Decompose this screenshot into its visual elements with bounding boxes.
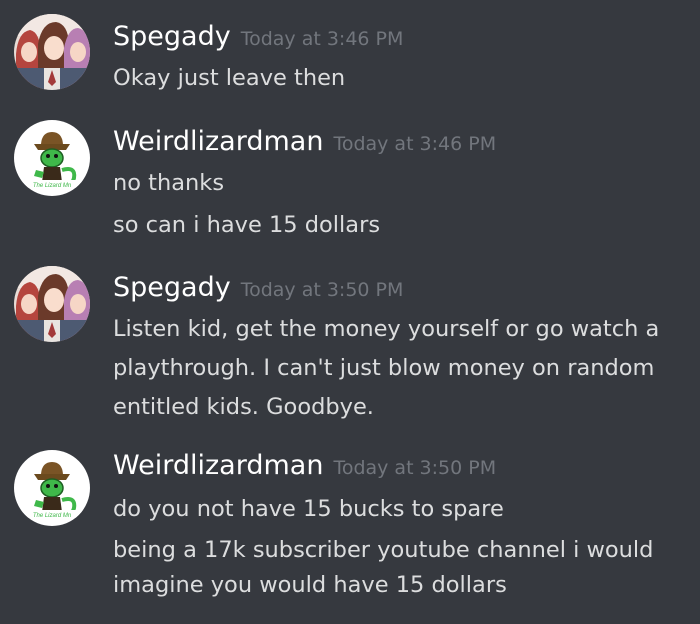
chat-messages: Spegady Today at 3:46 PM Okay just leave …: [0, 0, 700, 624]
username[interactable]: Weirdlizardman: [113, 126, 323, 157]
message-header: Weirdlizardman Today at 3:50 PM: [113, 450, 496, 481]
username[interactable]: Spegady: [113, 272, 231, 303]
svg-text:The Lizard Mn: The Lizard Mn: [33, 513, 72, 519]
message-header: Weirdlizardman Today at 3:46 PM: [113, 126, 496, 157]
lizard-cowboy-avatar-icon[interactable]: The Lizard Mn: [14, 450, 90, 526]
timestamp: Today at 3:50 PM: [333, 457, 497, 479]
message-text: so can i have 15 dollars: [113, 212, 381, 238]
message-text: playthrough. I can't just blow money on …: [113, 355, 655, 381]
message-text: imagine you would have 15 dollars: [113, 572, 507, 598]
anime-girls-avatar-icon[interactable]: [14, 266, 90, 342]
timestamp: Today at 3:46 PM: [333, 133, 497, 155]
message-text: being a 17k subscriber youtube channel i…: [113, 537, 654, 563]
message-text: no thanks: [113, 170, 225, 196]
message-header: Spegady Today at 3:50 PM: [113, 272, 403, 303]
message-text: Okay just leave then: [113, 65, 346, 91]
message-header: Spegady Today at 3:46 PM: [113, 21, 403, 52]
message-text: entitled kids. Goodbye.: [113, 394, 374, 420]
lizard-cowboy-avatar-icon[interactable]: The Lizard Mn: [14, 120, 90, 196]
message-text: Listen kid, get the money yourself or go…: [113, 316, 660, 342]
username[interactable]: Spegady: [113, 21, 231, 52]
timestamp: Today at 3:46 PM: [240, 28, 404, 50]
timestamp: Today at 3:50 PM: [240, 279, 404, 301]
svg-text:The Lizard Mn: The Lizard Mn: [33, 183, 72, 189]
username[interactable]: Weirdlizardman: [113, 450, 323, 481]
message-text: do you not have 15 bucks to spare: [113, 496, 504, 522]
anime-girls-avatar-icon[interactable]: [14, 14, 90, 90]
